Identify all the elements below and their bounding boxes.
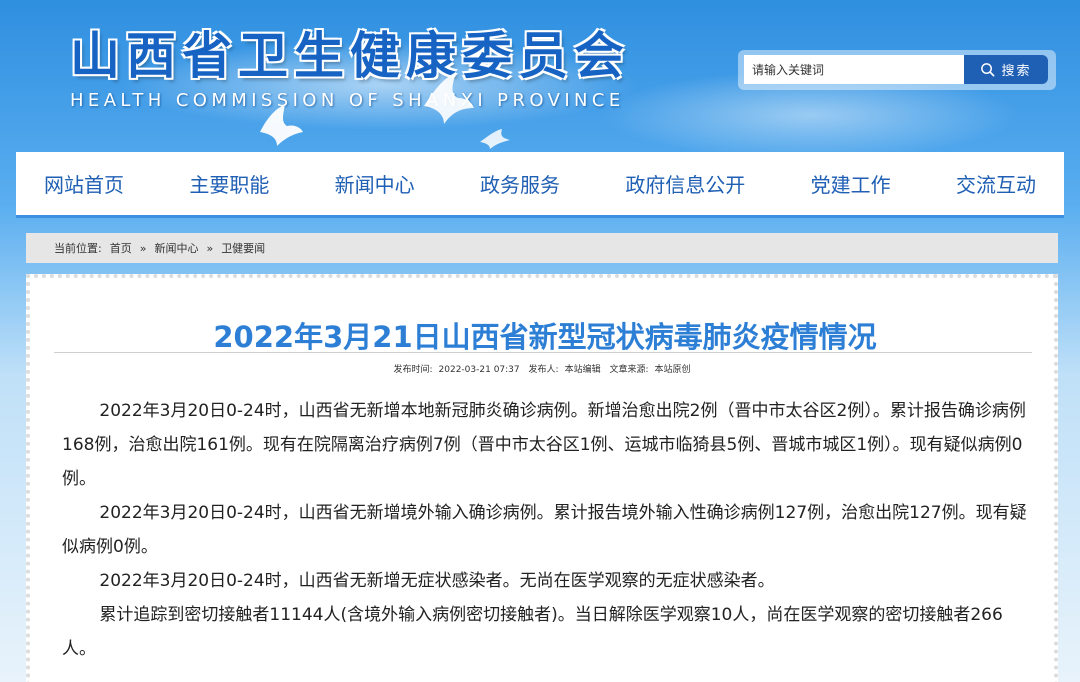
- dove-icon: [260, 104, 303, 146]
- article-title: 2022年3月21日山西省新型冠状病毒肺炎疫情情况: [213, 320, 877, 354]
- nav-item-news[interactable]: 新闻中心: [335, 169, 415, 198]
- source-label: 文章来源:: [609, 365, 649, 375]
- breadcrumb-news[interactable]: 新闻中心: [154, 240, 198, 256]
- breadcrumb-current[interactable]: 卫健要闻: [221, 240, 265, 256]
- article-meta: 发布时间: 2022-03-21 07:37 发布人: 本站编辑 文章来源: 本站原创: [30, 362, 1054, 375]
- source: 本站原创: [654, 365, 691, 375]
- article-container: 2022年3月21日山西省新型冠状病毒肺炎疫情情况 发布时间: 2022-03-2…: [26, 274, 1058, 682]
- article-paragraph: 2022年3月20日0-24时，山西省无新增境外输入确诊病例。累计报告境外输入性…: [62, 503, 1027, 557]
- search-icon: [981, 63, 995, 77]
- dove-icon: [480, 129, 510, 149]
- publisher: 本站编辑: [564, 365, 601, 375]
- search-input[interactable]: [744, 55, 964, 84]
- nav-item-home[interactable]: 网站首页: [44, 169, 124, 198]
- breadcrumb-home[interactable]: 首页: [110, 240, 132, 256]
- breadcrumb-separator: »: [139, 241, 147, 255]
- nav-item-party[interactable]: 党建工作: [811, 169, 891, 198]
- nav-item-services[interactable]: 政务服务: [480, 169, 560, 198]
- dove-icon: [424, 72, 474, 124]
- publisher-label: 发布人:: [528, 365, 559, 375]
- publish-time: 2022-03-21 07:37: [438, 365, 520, 375]
- main-nav: 网站首页 主要职能 新闻中心 政务服务 政府信息公开 党建工作 交流互动: [16, 152, 1064, 218]
- article-paragraph: 2022年3月20日0-24时，山西省无新增无症状感染者。无尚在医学观察的无症状…: [99, 571, 775, 591]
- title-divider: [54, 352, 1032, 353]
- site-title[interactable]: 山西省卫生健康委员会: [70, 16, 630, 88]
- breadcrumb: 当前位置: 首页 » 新闻中心 » 卫健要闻: [26, 233, 1058, 263]
- nav-item-interaction[interactable]: 交流互动: [956, 169, 1036, 198]
- search-button-label: 搜索: [1001, 64, 1032, 79]
- article-paragraph: 累计追踪到密切接触者11144人(含境外输入病例密切接触者)。当日解除医学观察1…: [62, 605, 1003, 659]
- publish-time-label: 发布时间:: [393, 365, 433, 375]
- nav-item-functions[interactable]: 主要职能: [189, 169, 269, 198]
- site-header: 山西省卫生健康委员会 HEALTH COMMISSION OF SHANXI P…: [0, 0, 1080, 152]
- search-button[interactable]: 搜索: [964, 55, 1048, 84]
- article-paragraph: 2022年3月20日0-24时，山西省无新增本地新冠肺炎确诊病例。新增治愈出院2…: [62, 401, 1026, 489]
- nav-item-gov-info[interactable]: 政府信息公开: [625, 169, 745, 198]
- site-subtitle-en: HEALTH COMMISSION OF SHANXI PROVINCE: [70, 90, 625, 111]
- breadcrumb-label: 当前位置:: [54, 242, 102, 255]
- article-body: 2022年3月20日0-24时，山西省无新增本地新冠肺炎确诊病例。新增治愈出院2…: [62, 394, 1028, 666]
- breadcrumb-separator: »: [206, 241, 214, 255]
